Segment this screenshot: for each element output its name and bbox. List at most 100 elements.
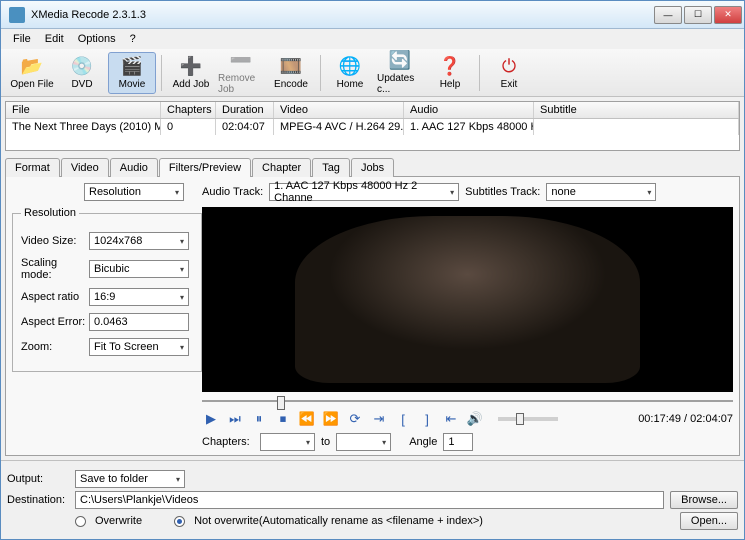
preview-frame	[295, 216, 640, 383]
titlebar: XMedia Recode 2.3.1.3 — ☐ ✕	[1, 1, 744, 29]
file-list[interactable]: File Chapters Duration Video Audio Subti…	[5, 101, 740, 151]
menu-file[interactable]: File	[7, 31, 37, 47]
destination-input[interactable]	[75, 491, 664, 509]
menu-options[interactable]: Options	[72, 31, 122, 47]
play-button[interactable]: ▶	[202, 410, 220, 428]
menu-edit[interactable]: Edit	[39, 31, 70, 47]
separator	[320, 55, 321, 91]
seek-thumb[interactable]	[277, 396, 285, 410]
aspect-ratio-label: Aspect ratio	[21, 291, 89, 303]
subtitle-track-label: Subtitles Track:	[465, 186, 540, 198]
close-button[interactable]: ✕	[714, 6, 742, 24]
file-row[interactable]: The Next Three Days (2010) MV4 NL ... 0 …	[6, 119, 739, 135]
next-button[interactable]: ⏭	[226, 410, 244, 428]
chapter-from-select[interactable]	[260, 433, 315, 451]
video-size-label: Video Size:	[21, 235, 89, 247]
menu-help[interactable]: ?	[124, 31, 142, 47]
bottom-bar: Output: Save to folder Destination: Brow…	[1, 460, 744, 539]
maximize-button[interactable]: ☐	[684, 6, 712, 24]
encode-button[interactable]: 🎞️Encode	[267, 52, 315, 94]
home-button[interactable]: 🌐Home	[326, 52, 374, 94]
seek-bar[interactable]	[202, 400, 733, 402]
output-select[interactable]: Save to folder	[75, 470, 185, 488]
bracket-right-icon[interactable]: ]	[418, 410, 436, 428]
overwrite-radio[interactable]	[75, 516, 86, 527]
bracket-left-icon[interactable]: [	[394, 410, 412, 428]
volume-icon[interactable]: 🔊	[466, 410, 484, 428]
pause-button[interactable]: ⏸	[250, 410, 268, 428]
col-subtitle[interactable]: Subtitle	[534, 102, 739, 118]
app-icon	[9, 7, 25, 23]
disc-icon: 💿	[71, 55, 93, 77]
angle-label: Angle	[409, 436, 437, 448]
tab-bar: Format Video Audio Filters/Preview Chapt…	[5, 157, 740, 176]
minimize-button[interactable]: —	[654, 6, 682, 24]
tab-chapter[interactable]: Chapter	[252, 158, 311, 177]
exit-button[interactable]: ⏻Exit	[485, 52, 533, 94]
scaling-select[interactable]: Bicubic	[89, 260, 189, 278]
tab-jobs[interactable]: Jobs	[351, 158, 394, 177]
time-display: 00:17:49 / 02:04:07	[638, 413, 733, 425]
separator	[161, 55, 162, 91]
col-duration[interactable]: Duration	[216, 102, 274, 118]
aspect-error-label: Aspect Error:	[21, 316, 89, 328]
add-job-button[interactable]: ➕Add Job	[167, 52, 215, 94]
rewind-button[interactable]: ⏪	[298, 410, 316, 428]
resolution-group: Resolution Video Size:1024x768 Scaling m…	[12, 207, 202, 372]
mark-out-button[interactable]: ⇤	[442, 410, 460, 428]
refresh-icon: 🔄	[389, 50, 411, 71]
dvd-button[interactable]: 💿DVD	[58, 52, 106, 94]
video-preview[interactable]	[202, 207, 733, 392]
angle-input[interactable]	[443, 433, 473, 451]
film-icon: 🎬	[121, 55, 143, 77]
right-pane: Audio Track: 1. AAC 127 Kbps 48000 Hz 2 …	[202, 183, 733, 449]
folder-icon: 📂	[21, 55, 43, 77]
remove-job-button[interactable]: ➖Remove Job	[217, 52, 265, 94]
zoom-select[interactable]: Fit To Screen	[89, 338, 189, 356]
tab-audio[interactable]: Audio	[110, 158, 158, 177]
forward-button[interactable]: ⏩	[322, 410, 340, 428]
encode-icon: 🎞️	[280, 55, 302, 77]
zoom-label: Zoom:	[21, 341, 89, 353]
subtitle-track-select[interactable]: none	[546, 183, 656, 201]
plus-icon: ➕	[180, 55, 202, 77]
output-label: Output:	[7, 473, 69, 485]
not-overwrite-radio[interactable]	[174, 516, 185, 527]
mark-in-button[interactable]: ⇥	[370, 410, 388, 428]
filter-select[interactable]: Resolution	[84, 183, 184, 201]
video-size-select[interactable]: 1024x768	[89, 232, 189, 250]
col-audio[interactable]: Audio	[404, 102, 534, 118]
open-file-button[interactable]: 📂Open File	[8, 52, 56, 94]
volume-slider[interactable]	[498, 417, 558, 421]
audio-track-label: Audio Track:	[202, 186, 263, 198]
chapters-label: Chapters:	[202, 436, 254, 448]
chapter-to-select[interactable]	[336, 433, 391, 451]
tab-format[interactable]: Format	[5, 158, 60, 177]
tab-video[interactable]: Video	[61, 158, 109, 177]
help-button[interactable]: ❓Help	[426, 52, 474, 94]
minus-icon: ➖	[230, 50, 252, 71]
col-file[interactable]: File	[6, 102, 161, 118]
col-video[interactable]: Video	[274, 102, 404, 118]
file-list-header: File Chapters Duration Video Audio Subti…	[6, 102, 739, 119]
scaling-label: Scaling mode:	[21, 257, 89, 281]
help-icon: ❓	[439, 55, 461, 77]
stop-button[interactable]: ⏹	[274, 410, 292, 428]
app-window: XMedia Recode 2.3.1.3 — ☐ ✕ File Edit Op…	[0, 0, 745, 540]
aspect-error-input[interactable]	[89, 313, 189, 331]
destination-label: Destination:	[7, 494, 69, 506]
updates-button[interactable]: 🔄Updates c...	[376, 52, 424, 94]
col-chapters[interactable]: Chapters	[161, 102, 216, 118]
tab-filters[interactable]: Filters/Preview	[159, 158, 251, 177]
exit-icon: ⏻	[498, 55, 520, 77]
playback-controls: ▶ ⏭ ⏸ ⏹ ⏪ ⏩ ⟳ ⇥ [ ] ⇤ 🔊 00:17:49 / 02:04…	[202, 410, 733, 428]
left-options: Resolution Resolution Video Size:1024x76…	[12, 183, 202, 449]
tab-tag[interactable]: Tag	[312, 158, 350, 177]
movie-button[interactable]: 🎬Movie	[108, 52, 156, 94]
loop-button[interactable]: ⟳	[346, 410, 364, 428]
browse-button[interactable]: Browse...	[670, 491, 738, 509]
open-button[interactable]: Open...	[680, 512, 738, 530]
aspect-ratio-select[interactable]: 16:9	[89, 288, 189, 306]
audio-track-select[interactable]: 1. AAC 127 Kbps 48000 Hz 2 Channe	[269, 183, 459, 201]
content: File Chapters Duration Video Audio Subti…	[1, 97, 744, 460]
